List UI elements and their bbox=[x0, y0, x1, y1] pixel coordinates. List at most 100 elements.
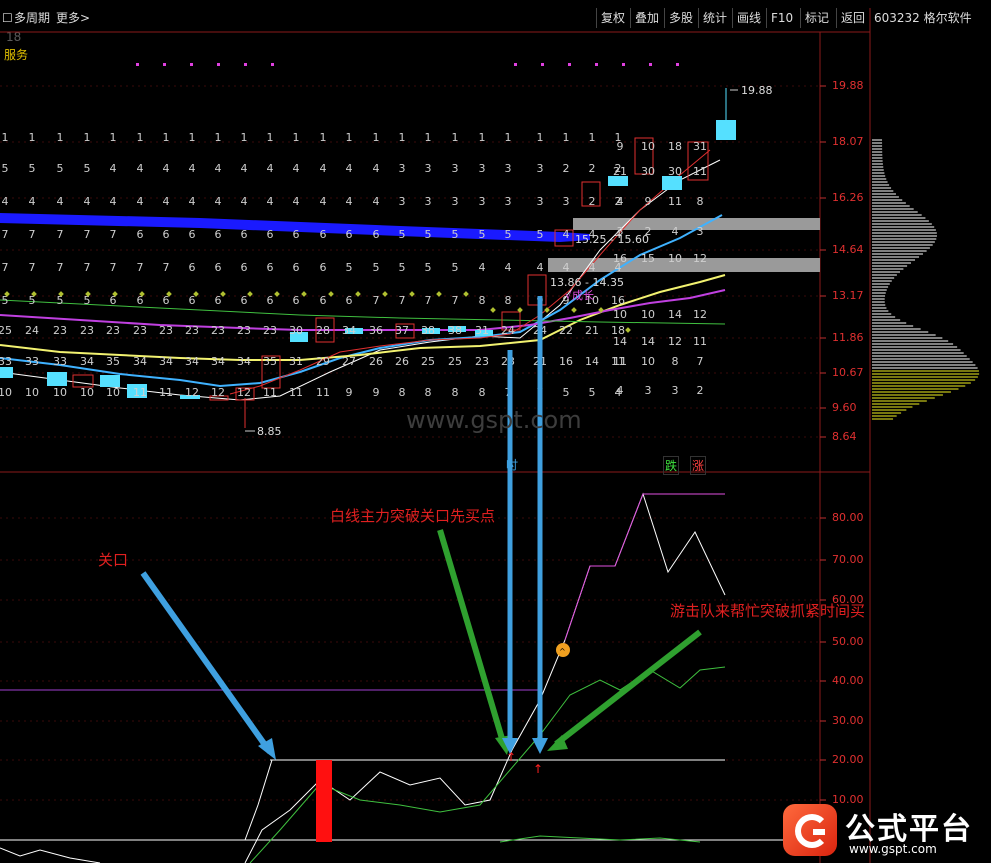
chip-number: 6 bbox=[373, 228, 380, 241]
chip-number: 1 bbox=[293, 131, 300, 144]
chip-number: 7 bbox=[425, 294, 432, 307]
price-axis-tick: 11.86 bbox=[832, 331, 864, 344]
chip-number: 21 bbox=[613, 165, 627, 178]
chip-number: 10 bbox=[641, 355, 655, 368]
chip-number: 6 bbox=[215, 294, 222, 307]
chip-number: 4 bbox=[110, 195, 117, 208]
chip-number: 6 bbox=[163, 228, 170, 241]
annotation-white-line: 白线主力突破关口先买点 bbox=[330, 507, 496, 525]
chip-number: 1 bbox=[320, 131, 327, 144]
chip-number: 5 bbox=[29, 162, 36, 175]
logo-icon bbox=[783, 804, 837, 856]
chip-number: 11 bbox=[289, 386, 303, 399]
chip-number: 4 bbox=[2, 195, 9, 208]
chip-number: 10 bbox=[25, 386, 39, 399]
green-low-line bbox=[499, 835, 701, 843]
chip-number: 30 bbox=[289, 324, 303, 337]
chip-number: 8 bbox=[505, 294, 512, 307]
chip-number: 6 bbox=[346, 228, 353, 241]
chip-number: 1 bbox=[346, 131, 353, 144]
chip-number: 11 bbox=[668, 195, 682, 208]
chip-number: 6 bbox=[346, 294, 353, 307]
chip-number: 4 bbox=[505, 261, 512, 274]
chip-number: 23 bbox=[159, 324, 173, 337]
logo-url: www.gspt.com bbox=[849, 842, 937, 856]
chip-number: 34 bbox=[159, 355, 173, 368]
chip-number: 3 bbox=[505, 162, 512, 175]
chip-number: 4 bbox=[320, 195, 327, 208]
gate-red-bar bbox=[316, 760, 332, 842]
chip-number: 5 bbox=[346, 261, 353, 274]
chip-number: 1 bbox=[163, 131, 170, 144]
chip-number: 7 bbox=[137, 261, 144, 274]
chip-number: 7 bbox=[29, 228, 36, 241]
chip-number: 8 bbox=[452, 386, 459, 399]
chip-number: 4 bbox=[293, 195, 300, 208]
chip-number: 12 bbox=[693, 252, 707, 265]
chip-number: 7 bbox=[2, 228, 9, 241]
chip-number: 4 bbox=[163, 195, 170, 208]
chip-number: 7 bbox=[452, 294, 459, 307]
chip-number: 14 bbox=[668, 308, 682, 321]
chip-number: 24 bbox=[501, 324, 515, 337]
chip-number: 4 bbox=[479, 261, 486, 274]
chip-number: 33 bbox=[53, 355, 67, 368]
chip-number: 4 bbox=[320, 162, 327, 175]
chip-number: 4 bbox=[137, 195, 144, 208]
chip-number: 23 bbox=[263, 324, 277, 337]
buy-marker-label: 吋 bbox=[506, 458, 519, 472]
chip-number: 14 bbox=[641, 335, 655, 348]
chip-number: 1 bbox=[57, 131, 64, 144]
chip-number: 5 bbox=[399, 261, 406, 274]
chip-number: 35 bbox=[106, 355, 120, 368]
chip-number: 1 bbox=[505, 131, 512, 144]
chip-number: 1 bbox=[479, 131, 486, 144]
chip-number: 6 bbox=[215, 228, 222, 241]
chip-number: 10 bbox=[613, 308, 627, 321]
chip-number: 16 bbox=[559, 355, 573, 368]
chip-number: 5 bbox=[84, 162, 91, 175]
indicator-axis-tick: 20.00 bbox=[832, 753, 864, 766]
chip-number: 4 bbox=[84, 195, 91, 208]
chip-number: 7 bbox=[110, 261, 117, 274]
chip-number: 23 bbox=[237, 324, 251, 337]
chip-number: 4 bbox=[163, 162, 170, 175]
candle bbox=[47, 372, 67, 386]
chip-number: 3 bbox=[399, 162, 406, 175]
chip-number: 25 bbox=[421, 355, 435, 368]
chip-number: 34 bbox=[80, 355, 94, 368]
chip-number: 26 bbox=[395, 355, 409, 368]
chip-number: 3 bbox=[399, 195, 406, 208]
chip-number: 12 bbox=[185, 386, 199, 399]
chip-number: 3 bbox=[563, 195, 570, 208]
chip-number: 33 bbox=[25, 355, 39, 368]
chip-number: 10 bbox=[106, 386, 120, 399]
chip-number: 8 bbox=[425, 386, 432, 399]
chip-number: 34 bbox=[185, 355, 199, 368]
chip-number: 26 bbox=[369, 355, 383, 368]
chip-number: 7 bbox=[2, 261, 9, 274]
chip-number: 11 bbox=[316, 386, 330, 399]
chip-number: 4 bbox=[373, 195, 380, 208]
chip-number: 10 bbox=[641, 140, 655, 153]
chip-number: 5 bbox=[399, 228, 406, 241]
chip-number: 4 bbox=[57, 195, 64, 208]
chip-number: 11 bbox=[693, 165, 707, 178]
chip-number: 8 bbox=[479, 294, 486, 307]
chip-number: 14 bbox=[585, 355, 599, 368]
chip-number: 4 bbox=[346, 195, 353, 208]
chip-number: 5 bbox=[425, 261, 432, 274]
price-axis-tick: 14.64 bbox=[832, 243, 864, 256]
chip-number: 5 bbox=[57, 294, 64, 307]
chip-number: 23 bbox=[211, 324, 225, 337]
chip-number: 38 bbox=[448, 324, 462, 337]
indicator-axis-tick: 30.00 bbox=[832, 714, 864, 727]
chip-number: 5 bbox=[537, 228, 544, 241]
chip-number: 2 bbox=[563, 162, 570, 175]
chip-number: 10 bbox=[668, 252, 682, 265]
chip-number: 6 bbox=[189, 228, 196, 241]
chip-number: 9 bbox=[373, 386, 380, 399]
chip-number: 6 bbox=[320, 294, 327, 307]
chip-number: 6 bbox=[215, 261, 222, 274]
green-arrow-2 bbox=[554, 629, 702, 747]
